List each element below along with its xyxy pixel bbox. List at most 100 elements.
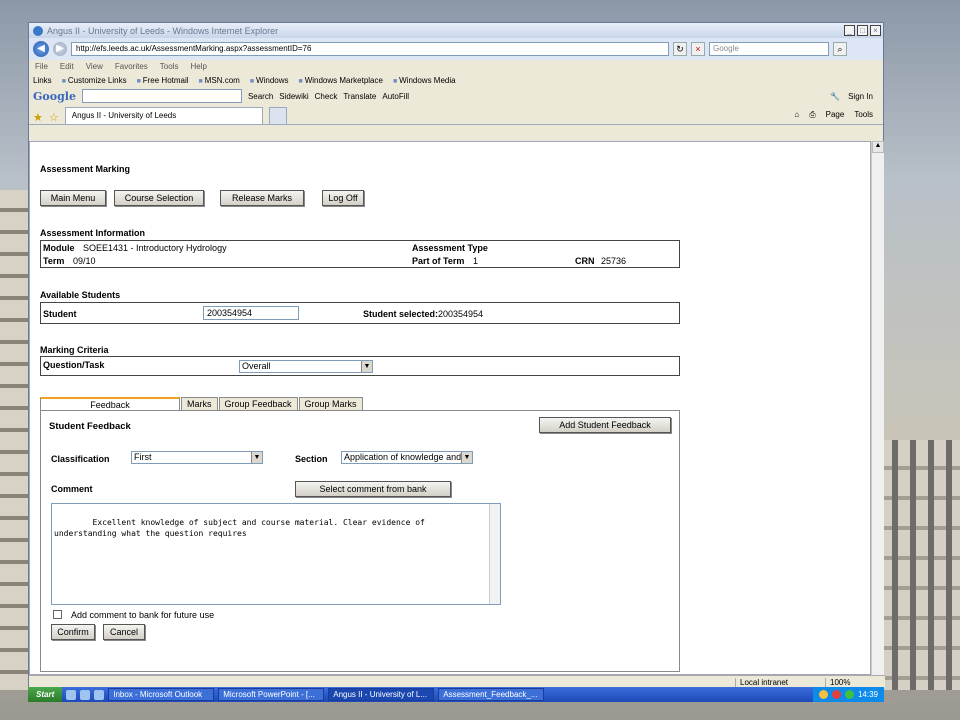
comment-text: Excellent knowledge of subject and cours… xyxy=(54,518,425,538)
ie-logo-icon xyxy=(33,25,43,36)
students-box: Student 200354954 Student selected: 2003… xyxy=(40,302,680,324)
page-viewport: Assessment Marking Main Menu Course Sele… xyxy=(29,141,871,675)
sign-in-button[interactable]: Sign In xyxy=(848,92,873,101)
part-of-term-value: 1 xyxy=(473,256,479,266)
home-icon[interactable]: ⌂ xyxy=(794,110,799,120)
print-icon[interactable]: ⎙ xyxy=(809,110,815,120)
select-comment-from-bank-button[interactable]: Select comment from bank xyxy=(295,481,451,497)
module-value: SOEE1431 - Introductory Hydrology xyxy=(83,243,227,253)
section-value: Application of knowledge and u xyxy=(344,452,469,462)
tab-group-marks[interactable]: Group Marks xyxy=(298,397,363,411)
feedback-tabs: Feedback Marks Group Feedback Group Mark… xyxy=(40,397,364,411)
chevron-down-icon[interactable]: ▼ xyxy=(461,452,472,463)
refresh-icon[interactable]: ↻ xyxy=(673,42,687,56)
task-ie[interactable]: Angus II - University of L... xyxy=(328,688,435,701)
log-off-button[interactable]: Log Off xyxy=(322,190,364,206)
favorites-star-icon[interactable]: ★ xyxy=(33,111,43,124)
assessment-info-box: Module SOEE1431 - Introductory Hydrology… xyxy=(40,240,680,268)
term-value: 09/10 xyxy=(73,256,96,266)
google-search-button[interactable]: Search xyxy=(248,92,273,101)
google-search-input[interactable] xyxy=(81,89,242,103)
chevron-down-icon[interactable]: ▼ xyxy=(361,361,372,372)
textarea-scrollbar[interactable] xyxy=(489,504,500,604)
add-to-bank-checkbox[interactable] xyxy=(53,610,62,619)
student-feedback-heading: Student Feedback xyxy=(49,421,131,432)
add-to-bank-label: Add comment to bank for future use xyxy=(71,610,215,620)
google-sidewiki-button[interactable]: Sidewiki xyxy=(279,92,308,101)
google-check-button[interactable]: Check xyxy=(315,92,338,101)
question-task-select[interactable]: Overall ▼ xyxy=(239,360,373,373)
wrench-icon[interactable]: 🔧 xyxy=(830,92,840,101)
page-menu[interactable]: Page xyxy=(826,110,845,120)
links-bar: Links Customize Links Free Hotmail MSN.c… xyxy=(29,73,883,87)
task-powerpoint[interactable]: Microsoft PowerPoint - [... xyxy=(218,688,325,701)
menu-view[interactable]: View xyxy=(86,62,103,71)
tools-menu[interactable]: Tools xyxy=(854,110,873,120)
menu-help[interactable]: Help xyxy=(190,62,206,71)
maximize-icon[interactable]: □ xyxy=(857,25,868,36)
tray-icon[interactable] xyxy=(831,690,841,699)
minimize-icon[interactable]: _ xyxy=(844,25,855,36)
browser-tab-active[interactable]: Angus II - University of Leeds xyxy=(64,107,263,124)
assessment-info-heading: Assessment Information xyxy=(40,228,146,238)
tray-icon[interactable] xyxy=(844,690,854,699)
release-marks-button[interactable]: Release Marks xyxy=(220,190,304,206)
quicklaunch-ie-icon[interactable] xyxy=(66,689,77,700)
tab-marks[interactable]: Marks xyxy=(181,397,218,411)
cancel-button[interactable]: Cancel xyxy=(103,624,145,640)
question-task-value: Overall xyxy=(242,361,271,371)
close-icon[interactable]: × xyxy=(870,25,881,36)
link-customize[interactable]: Customize Links xyxy=(62,76,127,85)
start-button[interactable]: Start xyxy=(28,687,63,702)
task-outlook[interactable]: Inbox - Microsoft Outlook xyxy=(108,688,215,701)
feedback-panel: Student Feedback Add Student Feedback Cl… xyxy=(40,410,680,672)
google-translate-button[interactable]: Translate xyxy=(343,92,376,101)
new-tab-button[interactable] xyxy=(268,107,287,124)
student-selected-label: Student selected: xyxy=(363,309,439,319)
add-favorites-icon[interactable]: ☆ xyxy=(49,111,59,124)
tab-feedback[interactable]: Feedback xyxy=(40,397,180,411)
classification-value: First xyxy=(134,452,152,462)
comment-textarea[interactable]: Excellent knowledge of subject and cours… xyxy=(51,503,501,605)
link-media[interactable]: Windows Media xyxy=(393,76,455,85)
student-id-input[interactable]: 200354954 xyxy=(203,306,299,320)
course-selection-button[interactable]: Course Selection xyxy=(114,190,204,206)
page-scrollbar[interactable]: ▲ xyxy=(871,141,884,675)
comment-label: Comment xyxy=(51,484,93,494)
confirm-button[interactable]: Confirm xyxy=(51,624,95,640)
back-arrow-icon[interactable]: ◀ xyxy=(33,41,49,57)
tab-group-feedback[interactable]: Group Feedback xyxy=(218,397,298,411)
security-zone: Local intranet xyxy=(735,677,825,687)
menu-bar: File Edit View Favorites Tools Help xyxy=(29,60,883,73)
stop-icon[interactable]: × xyxy=(691,42,705,56)
main-menu-button[interactable]: Main Menu xyxy=(40,190,106,206)
zoom-level[interactable]: 100% xyxy=(825,677,885,687)
menu-edit[interactable]: Edit xyxy=(60,62,74,71)
scroll-up-icon[interactable]: ▲ xyxy=(872,141,884,153)
marking-criteria-heading: Marking Criteria xyxy=(40,345,109,355)
link-hotmail[interactable]: Free Hotmail xyxy=(137,76,189,85)
menu-tools[interactable]: Tools xyxy=(160,62,179,71)
link-msn[interactable]: MSN.com xyxy=(199,76,240,85)
task-pdf[interactable]: Assessment_Feedback_... xyxy=(438,688,545,701)
quicklaunch-desktop-icon[interactable] xyxy=(80,689,91,700)
google-logo: Google xyxy=(33,89,76,103)
menu-file[interactable]: File xyxy=(35,62,48,71)
tray-icon[interactable] xyxy=(818,690,828,699)
section-select[interactable]: Application of knowledge and u ▼ xyxy=(341,451,473,464)
menu-favorites[interactable]: Favorites xyxy=(115,62,148,71)
link-marketplace[interactable]: Windows Marketplace xyxy=(299,76,383,85)
add-student-feedback-button[interactable]: Add Student Feedback xyxy=(539,417,671,433)
classification-select[interactable]: First ▼ xyxy=(131,451,263,464)
google-autofill-button[interactable]: AutoFill xyxy=(382,92,409,101)
search-input[interactable]: Google xyxy=(709,42,829,56)
search-icon[interactable]: ⌕ xyxy=(833,42,847,56)
forward-arrow-icon[interactable]: ▶ xyxy=(53,42,67,56)
window-titlebar: Angus II - University of Leeds - Windows… xyxy=(29,23,883,38)
quicklaunch-outlook-icon[interactable] xyxy=(94,689,105,700)
google-toolbar: Google Search Sidewiki Check Translate A… xyxy=(29,87,883,105)
chevron-down-icon[interactable]: ▼ xyxy=(251,452,262,463)
link-windows[interactable]: Windows xyxy=(250,76,288,85)
address-bar[interactable]: http://efs.leeds.ac.uk/AssessmentMarking… xyxy=(71,42,669,56)
question-task-label: Question/Task xyxy=(43,360,105,370)
